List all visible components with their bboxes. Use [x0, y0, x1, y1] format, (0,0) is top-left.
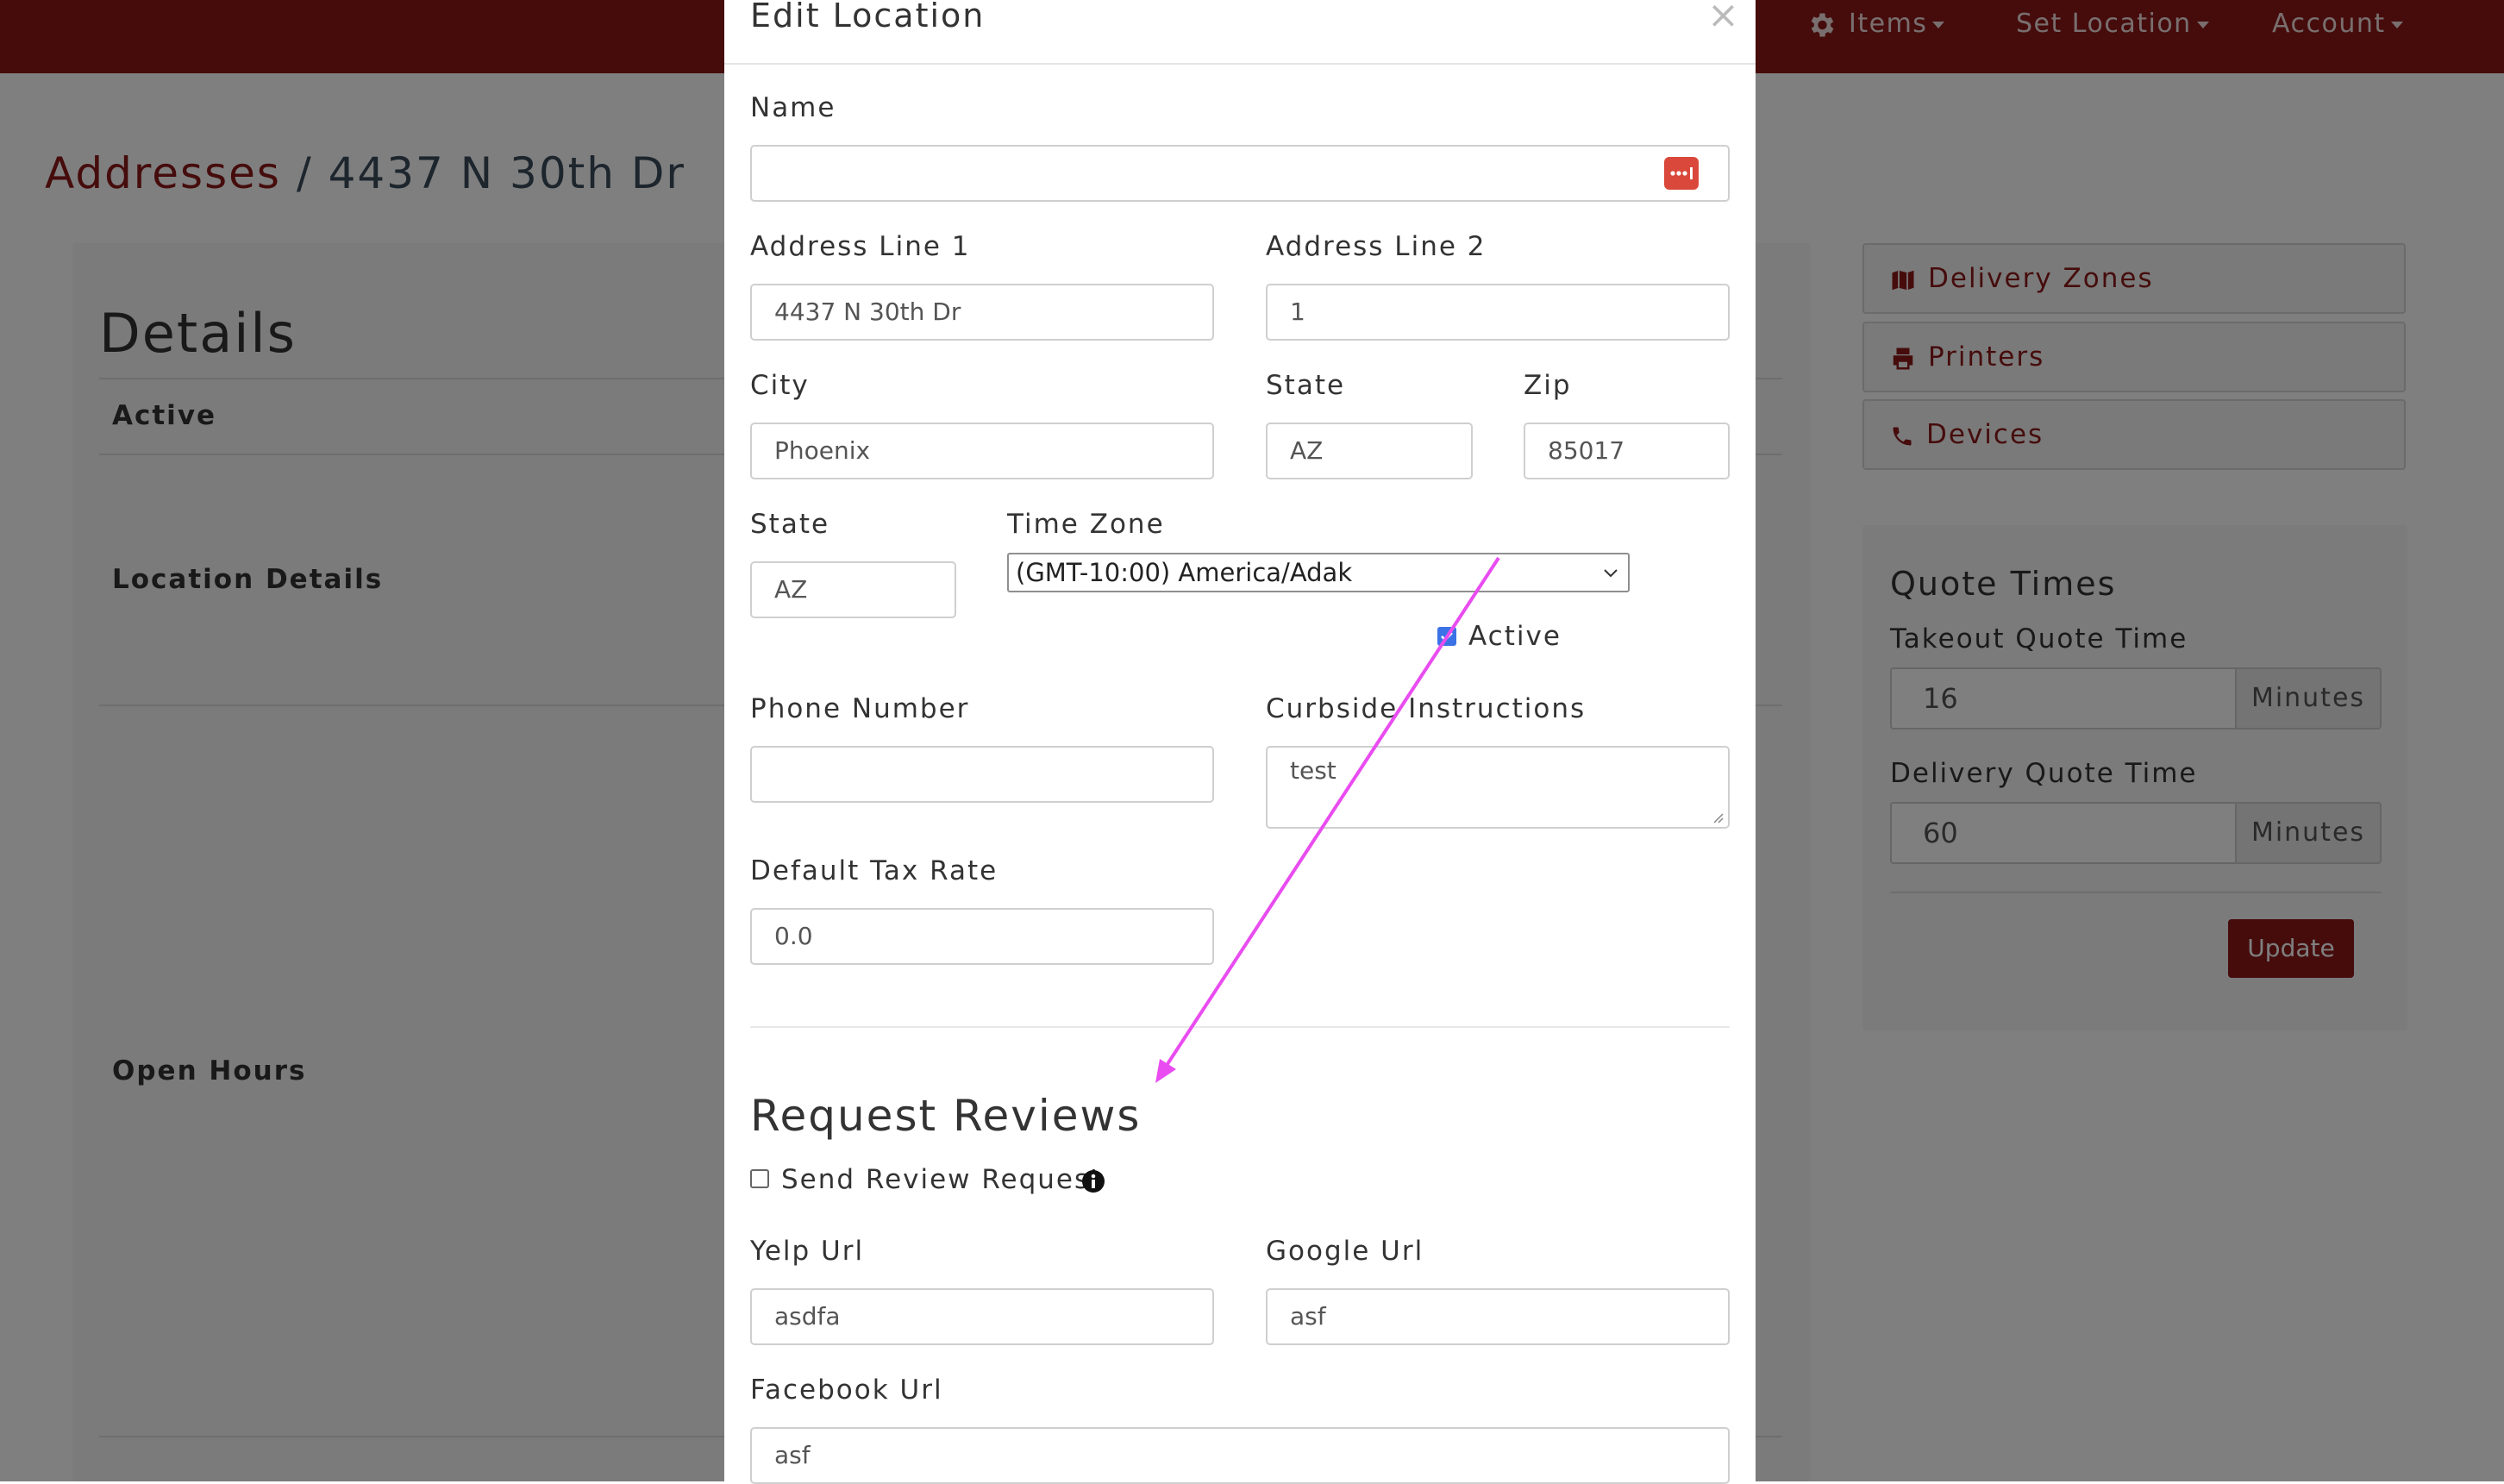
annotation-arrow [1155, 556, 1500, 1083]
